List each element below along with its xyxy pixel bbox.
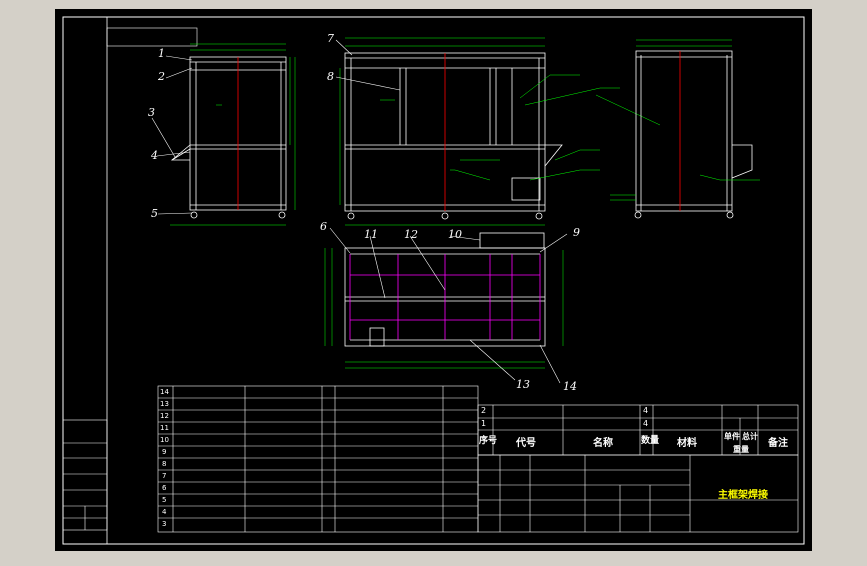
bom-upper-row-2-qty: 4 bbox=[643, 406, 649, 415]
balloon-5: 5 bbox=[151, 207, 158, 220]
bom-row-6-seq: 6 bbox=[162, 484, 167, 492]
bom-row-5-seq: 5 bbox=[162, 496, 167, 504]
bom-row-12-seq: 12 bbox=[160, 412, 169, 420]
bom-row-3-seq: 3 bbox=[162, 520, 167, 528]
bom-row-13-seq: 13 bbox=[160, 400, 169, 408]
bom-header-seq: 序号 bbox=[479, 436, 498, 446]
balloon-1: 1 bbox=[158, 47, 165, 60]
cad-drawing-window: 1 2 3 4 5 7 8 6 11 12 10 9 13 14 序号 代号 名… bbox=[0, 0, 867, 562]
bom-header-weight: 重量 bbox=[733, 445, 749, 454]
bom-row-11-seq: 11 bbox=[160, 424, 169, 432]
balloon-4: 4 bbox=[151, 149, 158, 162]
bom-header-qty: 数量 bbox=[641, 436, 660, 446]
drawing-canvas[interactable] bbox=[0, 0, 867, 562]
bom-header-remark: 备注 bbox=[768, 438, 788, 449]
bom-row-10-seq: 10 bbox=[160, 436, 169, 444]
balloon-12: 12 bbox=[404, 228, 418, 241]
balloon-8: 8 bbox=[327, 70, 334, 83]
bom-upper-row-1-qty: 4 bbox=[643, 419, 649, 428]
balloon-6: 6 bbox=[320, 220, 327, 233]
bom-header-name: 名称 bbox=[593, 438, 613, 449]
bom-upper-row-1-seq: 1 bbox=[481, 419, 487, 428]
balloon-2: 2 bbox=[158, 70, 165, 83]
balloon-9: 9 bbox=[573, 226, 580, 239]
bom-header-material: 材料 bbox=[677, 438, 697, 449]
bom-row-14-seq: 14 bbox=[160, 388, 169, 396]
bom-header-total: 总计 bbox=[742, 432, 758, 441]
bom-upper-row-2-seq: 2 bbox=[481, 406, 487, 415]
bom-header-code: 代号 bbox=[516, 438, 536, 449]
balloon-10: 10 bbox=[448, 228, 462, 241]
bom-row-9-seq: 9 bbox=[162, 448, 167, 456]
balloon-13: 13 bbox=[516, 378, 530, 391]
balloon-11: 11 bbox=[364, 228, 378, 241]
balloon-3: 3 bbox=[148, 106, 155, 119]
bom-header-unit: 单件 bbox=[724, 432, 740, 441]
bom-row-8-seq: 8 bbox=[162, 460, 167, 468]
balloon-7: 7 bbox=[327, 32, 334, 45]
balloon-14: 14 bbox=[563, 380, 577, 393]
bom-row-7-seq: 7 bbox=[162, 472, 167, 480]
drawing-title: 主框架焊接 bbox=[718, 490, 768, 501]
bom-row-4-seq: 4 bbox=[162, 508, 167, 516]
